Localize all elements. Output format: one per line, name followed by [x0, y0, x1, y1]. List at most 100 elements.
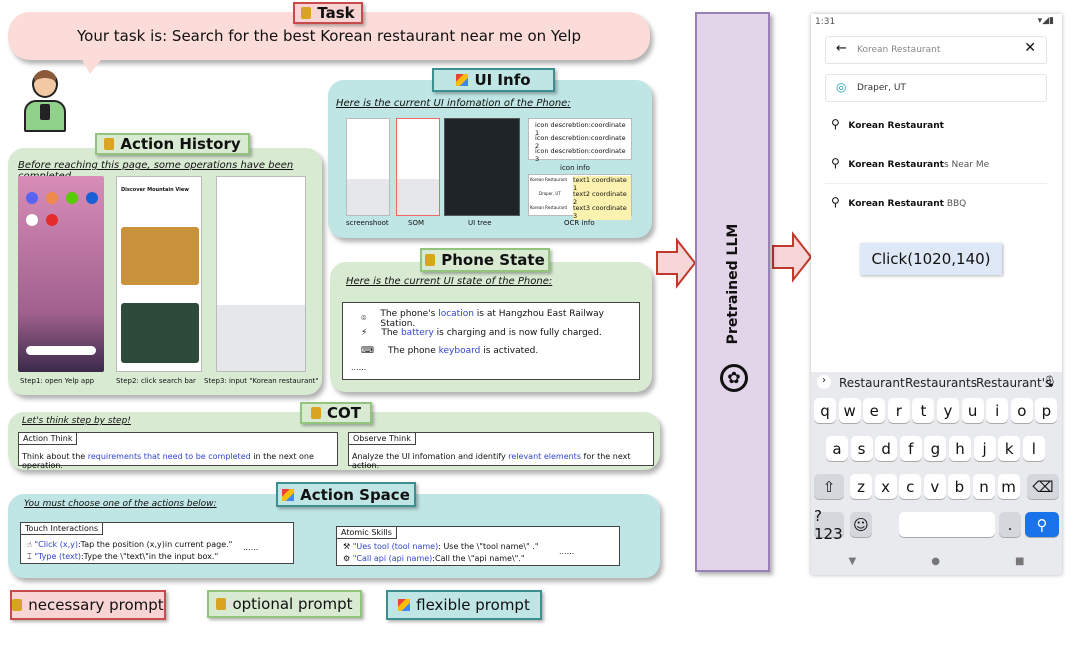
location-field[interactable]: ◎ Draper, UT [825, 74, 1047, 102]
kb-suggestion[interactable]: Restaurant's [976, 376, 1051, 390]
cot-intro: Let's think step by step! [22, 416, 131, 426]
state-location: ⌾ The phone's location is at Hangzhou Eas… [361, 309, 604, 329]
history-screenshot-home [18, 176, 104, 372]
action-think-title: Action Think [18, 432, 78, 445]
search-key[interactable]: ⚲ [1025, 512, 1059, 537]
key-w[interactable]: w [838, 398, 861, 423]
space-key[interactable] [899, 512, 995, 537]
key-c[interactable]: c [899, 474, 922, 499]
nav-back-icon[interactable]: ▼ [849, 556, 857, 567]
key-l[interactable]: l [1022, 436, 1045, 461]
key-y[interactable]: y [937, 398, 959, 423]
lock-icon [12, 599, 23, 611]
expand-chevron-icon[interactable]: › [817, 375, 831, 389]
api-action: ⚙ "Call api (api name):Call the \"api na… [343, 554, 525, 563]
phone2-title: Discover Mountain View [121, 187, 189, 193]
predicted-action: Click(1020,140) [860, 243, 1002, 275]
key-n[interactable]: n [973, 474, 995, 499]
emoji-key[interactable]: ☺ [850, 512, 872, 537]
api-gear-icon: ⚙ [343, 554, 353, 563]
som-thumb [396, 118, 440, 216]
location-pin-icon: ⌾ [361, 314, 367, 324]
openai-logo-icon: ✿ [720, 364, 748, 392]
search-field[interactable]: ← Korean Restaurant ✕ [825, 36, 1047, 64]
bubble-tail [80, 56, 104, 74]
tools-icon: ⚒ [343, 542, 353, 551]
user-avatar-icon [22, 70, 68, 132]
key-d[interactable]: d [875, 436, 898, 461]
action-history-panel: Before reaching this page, some operatio… [8, 148, 322, 395]
ocr-source: Draper, UT [539, 191, 561, 196]
nav-recents-icon[interactable]: ■ [1015, 556, 1024, 567]
lock-icon [301, 7, 312, 19]
ocr-info-box: Korean Restaurant text1 coordinate 1 Dra… [528, 174, 632, 220]
backspace-key[interactable]: ⌫ [1027, 474, 1059, 499]
legend-optional: optional prompt [207, 590, 362, 618]
predicted-action-text: Click(1020,140) [871, 250, 991, 268]
suggestion-2[interactable]: ⚲ Korean Restaurants Near Me [831, 156, 989, 170]
search-input-value[interactable]: Korean Restaurant [857, 45, 940, 55]
key-e[interactable]: e [863, 398, 886, 423]
observe-think-text: Analyze the UI infomation and identify r… [352, 452, 631, 470]
ocr-text: text3 coordinate 3 [573, 204, 631, 220]
key-q[interactable]: q [814, 398, 836, 423]
key-b[interactable]: b [948, 474, 971, 499]
mic-icon[interactable]: 🎙 [1043, 375, 1057, 388]
type-action: ⌶ "Type (text):Type the \"text\"in the i… [27, 552, 219, 561]
key-o[interactable]: o [1010, 398, 1033, 423]
kb-suggestion[interactable]: Restaurants [905, 376, 977, 390]
suggestion-1[interactable]: ⚲ Korean Restaurant [831, 117, 944, 131]
key-z[interactable]: z [850, 474, 872, 499]
state-battery: ⚡ The battery is charging and is now full… [361, 328, 602, 338]
key-i[interactable]: i [986, 398, 1009, 423]
touch-interactions-box: Touch Interactions ☝ "Click (x,y):Tap th… [20, 522, 294, 564]
lock-icon [311, 407, 321, 419]
back-arrow-icon[interactable]: ← [836, 41, 847, 56]
action-space-label-text: Action Space [300, 485, 410, 504]
tool-action: ⚒ "Ues tool (tool name): Use the \"tool … [343, 542, 539, 551]
location-value[interactable]: Draper, UT [857, 83, 906, 93]
key-x[interactable]: x [874, 474, 897, 499]
ocr-source: Korean Restaurant [530, 205, 568, 210]
nav-home-icon[interactable]: ● [931, 556, 940, 567]
lock-icon [425, 254, 436, 266]
ui-info-label-text: UI Info [474, 71, 531, 89]
key-a[interactable]: a [826, 436, 848, 461]
task-label: Task [293, 2, 363, 24]
keyboard: › Restaurant Restaurants Restaurant's 🎙 … [811, 372, 1062, 548]
key-f[interactable]: f [899, 436, 922, 461]
shift-key[interactable]: ⇧ [814, 474, 844, 499]
clear-icon[interactable]: ✕ [1024, 40, 1036, 56]
key-k[interactable]: k [998, 436, 1021, 461]
key-h[interactable]: h [949, 436, 971, 461]
phone-screen: 1:31 ▾◢▮ ← Korean Restaurant ✕ ◎ Draper,… [811, 14, 1062, 575]
action-think-text: Think about the requirements that need t… [22, 452, 314, 470]
key-t[interactable]: t [912, 398, 935, 423]
kb-suggestion[interactable]: Restaurant [839, 376, 905, 390]
key-j[interactable]: j [973, 436, 996, 461]
touch-title: Touch Interactions [20, 522, 104, 535]
key-v[interactable]: v [923, 474, 946, 499]
symbols-key[interactable]: ?123 [814, 507, 844, 543]
ui-info-intro: Here is the current UI infomation of the… [336, 98, 571, 109]
observe-think-box: Observe Think Analyze the UI infomation … [348, 432, 654, 470]
llm-label: Pretrained LLM [724, 223, 741, 345]
phone-state-box: ⌾ The phone's location is at Hangzhou Eas… [342, 302, 640, 380]
caption-screenshoot: screenshoot [346, 219, 389, 227]
suggestion-3[interactable]: ⚲ Korean Restaurant BBQ [831, 195, 966, 209]
ui-info-panel: Here is the current UI infomation of the… [328, 80, 652, 238]
ui-info-label: UI Info [432, 68, 555, 92]
key-g[interactable]: g [924, 436, 947, 461]
caption-som: SOM [408, 219, 424, 227]
key-u[interactable]: u [961, 398, 984, 423]
atomic-skills-box: Atomic Skills ⚒ "Ues tool (tool name): U… [336, 526, 620, 566]
arrow-to-phone-icon [772, 231, 813, 283]
key-p[interactable]: p [1035, 398, 1058, 423]
search-icon: ⚲ [831, 156, 840, 170]
key-s[interactable]: s [850, 436, 873, 461]
legend-flexible-text: flexible prompt [416, 596, 530, 614]
period-key[interactable]: . [999, 512, 1021, 537]
key-r[interactable]: r [887, 398, 910, 423]
history-screenshot-yelp: Discover Mountain View [116, 176, 202, 372]
key-m[interactable]: m [997, 474, 1020, 499]
